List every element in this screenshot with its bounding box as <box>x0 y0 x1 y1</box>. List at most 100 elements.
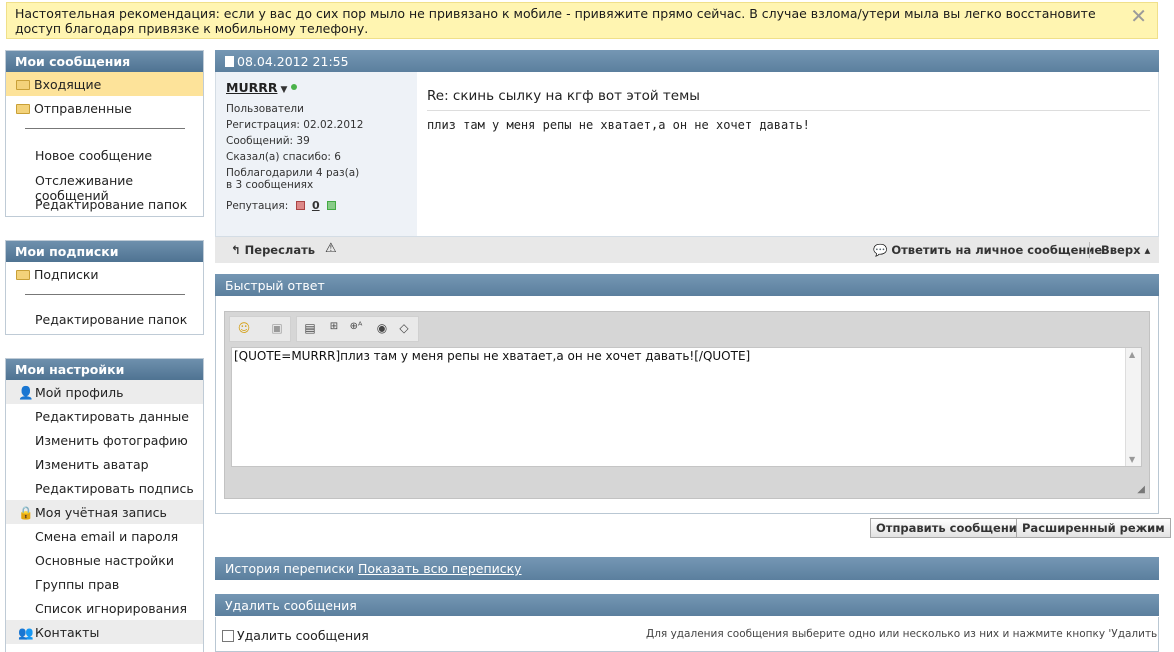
image-icon[interactable]: ▣ <box>268 321 286 335</box>
reputation-minus-icon[interactable] <box>295 201 305 210</box>
sidebar-item-subscriptions[interactable]: Подписки <box>6 262 203 286</box>
user-reputation: Репутация: 0 <box>226 199 407 212</box>
delete-body: Удалить сообщения Для удаления сообщения… <box>215 617 1159 652</box>
user-thanked-line-1: Поблагодарили 4 раз(а) <box>226 167 360 179</box>
reply-button[interactable]: 💬 Ответить на личное сообщение <box>873 243 1102 257</box>
sidebar-messages: Мои сообщения Входящие Отправленные Ново… <box>5 50 204 217</box>
sidebar-item-email-password[interactable]: Смена email и пароля <box>6 524 203 548</box>
user-group: Пользователи <box>226 103 304 115</box>
toolbar-group: ☺ ▣ <box>229 316 291 342</box>
contacts-icon: 👥 <box>18 625 34 640</box>
delete-checkbox-label: Удалить сообщения <box>237 628 369 643</box>
sidebar-item-sent[interactable]: Отправленные <box>6 96 203 120</box>
collapse-icon[interactable]: ◇ <box>395 321 413 335</box>
folder-icon <box>16 104 30 114</box>
sidebar-item-edit-data[interactable]: Редактировать данные <box>6 404 203 428</box>
top-link[interactable]: Вверх ▴ <box>1101 243 1150 257</box>
user-info: MURRR ▼ Пользователи Регистрация: 02.02.2… <box>216 72 417 236</box>
forward-label: Переслать <box>244 243 316 257</box>
message-text: плиз там у меня репы не хватает,а он не … <box>427 118 810 132</box>
sidebar-item-inbox[interactable]: Входящие <box>6 72 203 96</box>
reputation-label: Репутация: <box>226 200 289 212</box>
reply-label: Ответить на личное сообщение <box>891 243 1103 257</box>
username-link[interactable]: MURRR <box>226 80 277 95</box>
template-icon[interactable]: ▤ <box>301 321 319 335</box>
sidebar-item-change-photo[interactable]: Изменить фотографию <box>6 428 203 452</box>
divider <box>6 120 203 138</box>
user-icon: 👤 <box>18 385 34 400</box>
post-actions-bar: ↰ Переслать ⚠ 💬 Ответить на личное сообщ… <box>215 237 1159 263</box>
report-warning-icon[interactable]: ⚠ <box>325 241 337 256</box>
online-status-icon <box>291 84 298 90</box>
forward-button[interactable]: ↰ Переслать <box>231 243 315 257</box>
reputation-plus-icon[interactable] <box>326 201 336 210</box>
editor: ☺ ▣ ▤ ⊞ ⊕ᴬ ◉ ◇ [QUOTE=MURRR]плиз там у м… <box>224 311 1150 499</box>
notice-text: Настоятельная рекомендация: если у вас д… <box>15 6 1096 36</box>
sidebar-item-account[interactable]: 🔒Моя учётная запись <box>6 500 203 524</box>
post-header: 08.04.2012 21:55 <box>215 50 1159 72</box>
sidebar-item-new-message[interactable]: Новое сообщение <box>6 138 203 168</box>
folder-icon <box>16 80 30 90</box>
divider <box>1089 242 1090 258</box>
expand-icon[interactable]: ⊞ <box>325 321 343 332</box>
sidebar-item-contacts[interactable]: 👥Контакты <box>6 620 203 644</box>
smiley-icon[interactable]: ☺ <box>235 321 253 335</box>
sidebar-item-label: Моя учётная запись <box>35 505 167 520</box>
delete-checkbox[interactable] <box>222 630 234 642</box>
reply-icon: 💬 <box>873 243 888 257</box>
sidebar-item-label: Контакты <box>35 625 100 640</box>
post-date: 08.04.2012 21:55 <box>237 54 349 69</box>
close-icon[interactable]: ✕ <box>1130 6 1147 26</box>
post-body: MURRR ▼ Пользователи Регистрация: 02.02.2… <box>215 72 1159 237</box>
divider <box>6 286 203 304</box>
message-title: Re: скинь сылку на кгф вот этой темы <box>427 88 1150 111</box>
history-label: История переписки <box>225 561 355 576</box>
delete-hint: Для удаления сообщения выберите одно или… <box>646 628 1158 640</box>
sidebar-item-groups[interactable]: Группы прав <box>6 572 203 596</box>
quick-reply-body: ☺ ▣ ▤ ⊞ ⊕ᴬ ◉ ◇ [QUOTE=MURRR]плиз там у м… <box>215 296 1159 514</box>
font-size-icon[interactable]: ⊕ᴬ <box>347 321 365 332</box>
sidebar-item-profile[interactable]: 👤Мой профиль <box>6 380 203 404</box>
history-header: История переписки Показать всю переписку <box>215 557 1159 580</box>
sidebar-item-label: Входящие <box>34 77 102 92</box>
sidebar-subscriptions: Мои подписки Подписки Редактирование пап… <box>5 240 204 335</box>
quick-reply-header: Быстрый ответ <box>215 274 1159 296</box>
user-registration: Регистрация: 02.02.2012 <box>226 119 364 131</box>
chevron-down-icon[interactable]: ▼ <box>280 85 287 95</box>
sidebar-settings-title: Мои настройки <box>6 359 203 380</box>
user-messages-count: Сообщений: 39 <box>226 135 310 147</box>
advanced-mode-button[interactable]: Расширенный режим <box>1016 518 1171 538</box>
send-message-button[interactable]: Отправить сообщение <box>870 518 1031 538</box>
user-thanks-said: Сказал(а) спасибо: 6 <box>226 151 341 163</box>
sidebar-item-ignore-list[interactable]: Список игнорирования <box>6 596 203 620</box>
sidebar-item-edit-signature[interactable]: Редактировать подпись <box>6 476 203 500</box>
sidebar-item-main-settings[interactable]: Основные настройки <box>6 548 203 572</box>
textarea-scrollbar[interactable]: ▲ ▼ <box>1125 348 1141 466</box>
folder-icon <box>16 270 30 280</box>
recommendation-notice: Настоятельная рекомендация: если у вас д… <box>6 2 1158 39</box>
forward-icon: ↰ <box>231 243 241 257</box>
resize-handle-icon[interactable]: ◢ <box>1137 484 1145 495</box>
toolbar-group: ▤ ⊞ ⊕ᴬ ◉ ◇ <box>296 316 419 342</box>
sidebar-item-label: Отправленные <box>34 101 132 116</box>
delete-header: Удалить сообщения <box>215 594 1159 616</box>
sidebar-item-label: Мой профиль <box>35 385 124 400</box>
user-thanked-line-2: в 3 сообщениях <box>226 179 314 191</box>
sidebar-subscriptions-title: Мои подписки <box>6 241 203 262</box>
lock-icon: 🔒 <box>18 505 34 520</box>
user-thanked: Поблагодарили 4 раз(а) в 3 сообщениях <box>226 167 407 191</box>
sidebar-item-edit-folders[interactable]: Редактирование папок <box>6 304 203 334</box>
sidebar-settings: Мои настройки 👤Мой профиль Редактировать… <box>5 358 204 652</box>
delete-checkbox-row[interactable]: Удалить сообщения <box>222 628 369 643</box>
scroll-down-icon[interactable]: ▼ <box>1129 455 1135 464</box>
document-icon <box>225 56 234 67</box>
reputation-value[interactable]: 0 <box>312 199 320 212</box>
sidebar-item-label: Подписки <box>34 267 99 282</box>
reply-text: [QUOTE=MURRR]плиз там у меня репы не хва… <box>234 349 751 363</box>
preview-eye-icon[interactable]: ◉ <box>373 321 391 335</box>
sidebar-item-tracking[interactable]: Отслеживание сообщений <box>6 168 203 203</box>
reply-textarea[interactable]: [QUOTE=MURRR]плиз там у меня репы не хва… <box>231 347 1142 467</box>
scroll-up-icon[interactable]: ▲ <box>1129 350 1135 359</box>
sidebar-item-change-avatar[interactable]: Изменить аватар <box>6 452 203 476</box>
show-history-link[interactable]: Показать всю переписку <box>358 561 522 576</box>
